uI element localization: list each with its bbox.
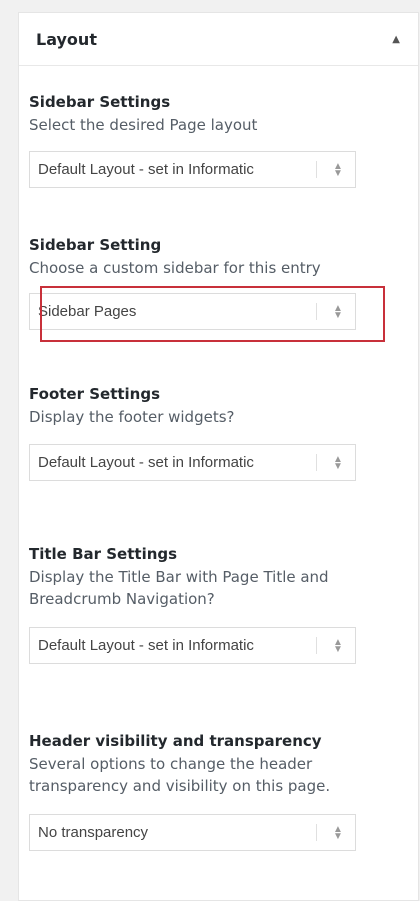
- select-arrows-icon: ▲ ▼: [333, 160, 343, 179]
- select-value: Default Layout - set in Informatic: [38, 161, 254, 178]
- section-description: Choose a custom sidebar for this entry: [29, 259, 321, 277]
- select-arrows-icon: ▲ ▼: [333, 823, 343, 842]
- section-title: Title Bar Settings: [29, 545, 178, 563]
- section-sidebar-setting: Sidebar Setting Choose a custom sidebar …: [29, 235, 389, 330]
- section-description: Display the Title Bar with Page Title an…: [29, 568, 329, 608]
- select-value: Default Layout - set in Informatic: [38, 637, 254, 654]
- section-title: Header visibility and transparency: [29, 732, 322, 750]
- section-description: Several options to change the header tra…: [29, 755, 331, 795]
- section-title: Sidebar Setting: [29, 236, 162, 254]
- page-layout-select[interactable]: Default Layout - set in Informatic ▲ ▼: [29, 151, 356, 188]
- select-divider: [316, 824, 317, 841]
- section-sidebar-settings: Sidebar Settings Select the desired Page…: [29, 92, 389, 188]
- select-arrows-icon: ▲ ▼: [333, 453, 343, 472]
- section-title: Footer Settings: [29, 385, 161, 403]
- select-divider: [316, 161, 317, 178]
- section-description: Display the footer widgets?: [29, 408, 235, 426]
- select-arrows-icon: ▲ ▼: [333, 636, 343, 655]
- section-footer-settings: Footer Settings Display the footer widge…: [29, 384, 389, 481]
- footer-widgets-select[interactable]: Default Layout - set in Informatic ▲ ▼: [29, 444, 356, 481]
- select-divider: [316, 637, 317, 654]
- panel-title: Layout: [36, 29, 97, 49]
- panel-header[interactable]: Layout ▲: [19, 13, 418, 66]
- select-divider: [316, 454, 317, 471]
- section-description: Select the desired Page layout: [29, 116, 258, 134]
- collapse-toggle-icon[interactable]: ▲: [392, 34, 400, 45]
- select-value: No transparency: [38, 824, 149, 841]
- header-transparency-select[interactable]: No transparency ▲ ▼: [29, 814, 356, 851]
- section-title-bar-settings: Title Bar Settings Display the Title Bar…: [29, 544, 389, 664]
- section-title: Sidebar Settings: [29, 93, 171, 111]
- section-header-visibility: Header visibility and transparency Sever…: [29, 731, 389, 851]
- title-bar-select[interactable]: Default Layout - set in Informatic ▲ ▼: [29, 627, 356, 664]
- highlight-box: [40, 286, 385, 342]
- select-value: Default Layout - set in Informatic: [38, 454, 254, 471]
